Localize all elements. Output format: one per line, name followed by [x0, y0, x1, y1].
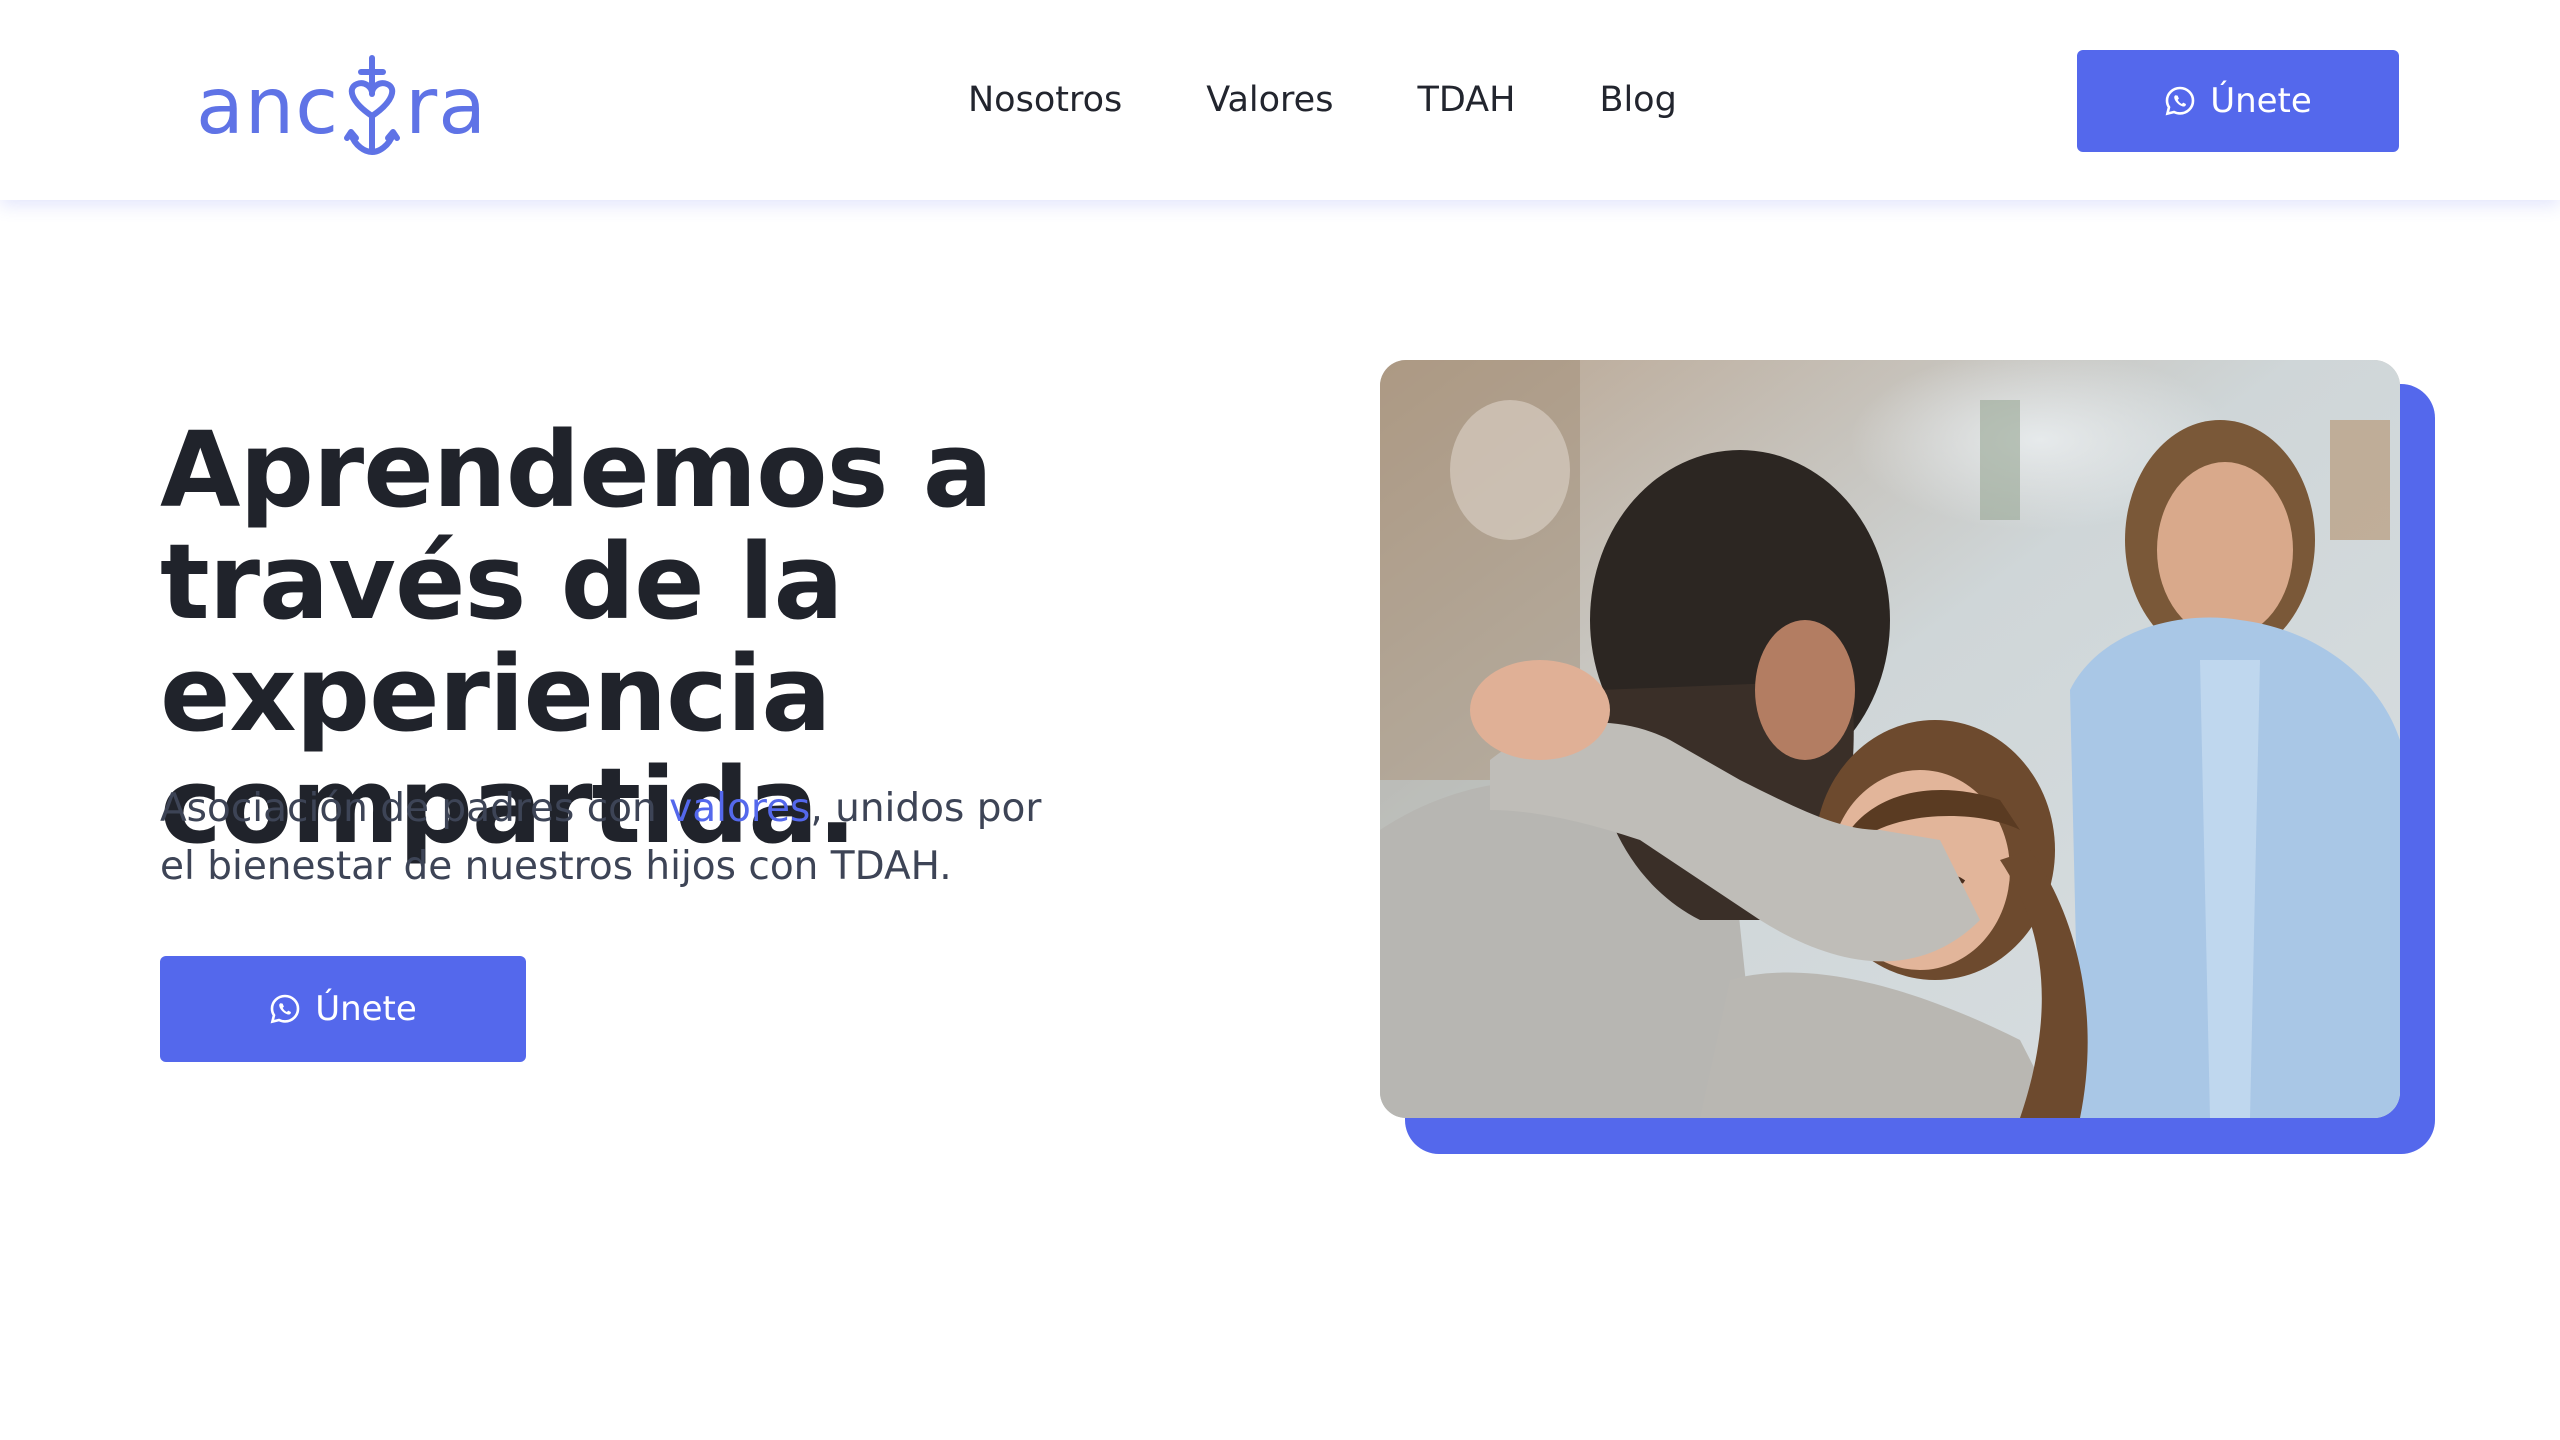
- brand-logo[interactable]: anc ra: [196, 42, 486, 160]
- nav-item-valores[interactable]: Valores: [1206, 80, 1333, 120]
- nav-item-nosotros[interactable]: Nosotros: [968, 80, 1122, 120]
- hero-subtitle: Asociación de padres con valores, unidos…: [160, 780, 1060, 896]
- logo-text-left: anc: [196, 62, 340, 152]
- logo-text-right: ra: [405, 62, 487, 152]
- whatsapp-icon: [270, 994, 300, 1024]
- anchor-heart-icon: [344, 55, 401, 155]
- nav-item-blog[interactable]: Blog: [1599, 80, 1676, 120]
- header-join-label: Únete: [2210, 81, 2312, 121]
- hero-image: [1380, 360, 2400, 1118]
- main-nav: Nosotros Valores TDAH Blog: [968, 72, 1677, 128]
- nav-item-tdah[interactable]: TDAH: [1417, 80, 1515, 120]
- family-hug-illustration: [1380, 360, 2400, 1118]
- logo-wordmark: anc ra: [196, 54, 487, 160]
- site-header: anc ra Nosotros Valores TDAH Blog Únete: [0, 0, 2560, 200]
- hero-join-button[interactable]: Únete: [160, 956, 526, 1062]
- hero-join-label: Únete: [315, 989, 417, 1029]
- whatsapp-icon: [2165, 86, 2195, 116]
- header-join-button[interactable]: Únete: [2077, 50, 2399, 152]
- hero-subtitle-before: Asociación de padres con: [160, 786, 670, 831]
- hero-subtitle-accent: valores: [669, 786, 811, 831]
